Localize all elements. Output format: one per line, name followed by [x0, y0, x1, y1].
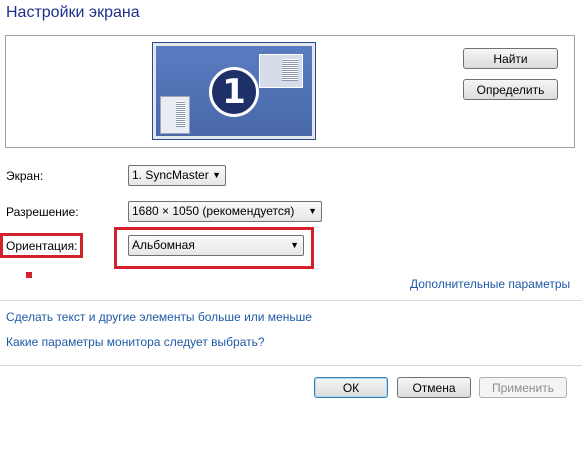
screen-select-value: 1. SyncMaster	[132, 168, 209, 182]
orientation-select[interactable]: Альбомная ▼	[128, 235, 304, 256]
resolution-select-value: 1680 × 1050 (рекомендуется)	[132, 204, 295, 218]
window-thumbnail-lines	[176, 101, 185, 127]
chevron-down-icon: ▼	[308, 206, 317, 216]
monitor-preview-panel: 1 Найти Определить	[5, 35, 575, 148]
which-settings-link[interactable]: Какие параметры монитора следует выбрать…	[6, 335, 265, 349]
advanced-settings-link[interactable]: Дополнительные параметры	[410, 277, 570, 291]
divider	[0, 300, 582, 301]
monitor-number-badge: 1	[209, 67, 259, 117]
window-thumbnail-large	[259, 54, 303, 88]
find-button[interactable]: Найти	[463, 48, 558, 69]
ok-button[interactable]: ОК	[314, 377, 388, 398]
divider	[0, 365, 582, 366]
monitor-thumbnail[interactable]: 1	[152, 42, 316, 140]
screen-label: Экран:	[6, 169, 44, 183]
identify-button[interactable]: Определить	[463, 79, 558, 100]
window-thumbnail-lines	[282, 59, 298, 81]
chevron-down-icon: ▼	[212, 170, 221, 180]
screen-select[interactable]: 1. SyncMaster ▼	[128, 165, 226, 186]
cancel-button[interactable]: Отмена	[397, 377, 471, 398]
orientation-label: Ориентация:	[6, 239, 78, 253]
text-size-link[interactable]: Сделать текст и другие элементы больше и…	[6, 310, 312, 324]
orientation-select-value: Альбомная	[132, 238, 195, 252]
window-title: Настройки экрана	[6, 4, 140, 21]
red-marker	[26, 272, 32, 278]
resolution-select[interactable]: 1680 × 1050 (рекомендуется) ▼	[128, 201, 322, 222]
chevron-down-icon: ▼	[290, 240, 299, 250]
apply-button[interactable]: Применить	[479, 377, 567, 398]
window-thumbnail-small	[160, 96, 190, 134]
resolution-label: Разрешение:	[6, 205, 79, 219]
